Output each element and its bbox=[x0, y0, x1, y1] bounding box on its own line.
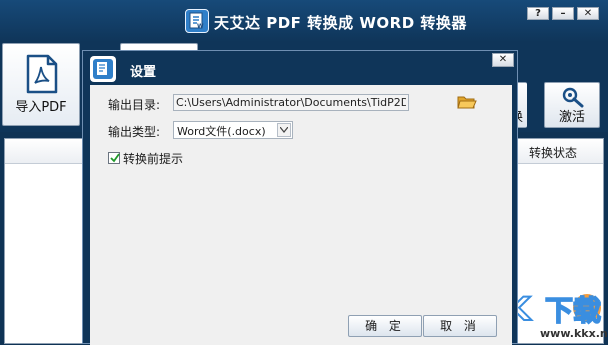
close-button[interactable]: ✕ bbox=[577, 7, 599, 20]
minimize-button[interactable]: – bbox=[552, 7, 574, 20]
activate-button[interactable]: 激活 bbox=[544, 82, 600, 128]
pdf-file-icon bbox=[26, 54, 58, 94]
import-pdf-button[interactable]: 导入PDF bbox=[2, 43, 80, 126]
app-title: 天艾达 PDF 转换成 WORD 转换器 bbox=[214, 14, 467, 32]
folder-open-icon[interactable] bbox=[457, 94, 477, 110]
ok-button[interactable]: 确 定 bbox=[348, 315, 422, 337]
key-icon bbox=[562, 87, 584, 108]
output-type-select[interactable]: Word文件(.docx) bbox=[173, 121, 293, 139]
output-dir-label: 输出目录: bbox=[108, 98, 161, 112]
dialog-body: 输出目录: 输出类型: Word文件(.docx) 转换前提示 确 定 取 消 bbox=[90, 85, 512, 345]
checkmark-icon bbox=[110, 153, 120, 163]
settings-dialog: 设置 ✕ 输出目录: 输出类型: Word文件(.docx) 转换前提示 确 定… bbox=[82, 50, 518, 345]
svg-text:W: W bbox=[197, 23, 204, 30]
prompt-before-convert-label[interactable]: 转换前提示 bbox=[123, 150, 183, 167]
svg-text:下载: 下载 bbox=[545, 294, 601, 327]
dialog-title: 设置 bbox=[130, 65, 157, 80]
chevron-down-icon[interactable] bbox=[277, 123, 291, 137]
cancel-button[interactable]: 取 消 bbox=[423, 315, 497, 337]
watermark-url: www.kkx.net bbox=[540, 327, 608, 340]
output-type-label: 输出类型: bbox=[108, 125, 161, 139]
dialog-logo-icon bbox=[90, 56, 116, 82]
app-logo-icon: W bbox=[185, 9, 209, 33]
help-button[interactable]: ? bbox=[527, 7, 549, 20]
prompt-before-convert-checkbox[interactable] bbox=[108, 152, 120, 164]
app-titlebar: W 天艾达 PDF 转换成 WORD 转换器 ? – ✕ bbox=[0, 0, 608, 42]
activate-label: 激活 bbox=[558, 110, 585, 125]
output-type-value: Word文件(.docx) bbox=[177, 125, 266, 138]
dialog-close-button[interactable]: ✕ bbox=[492, 53, 514, 67]
import-pdf-label: 导入PDF bbox=[15, 100, 67, 115]
output-dir-input[interactable] bbox=[173, 94, 409, 111]
column-header-status[interactable]: 转换状态 bbox=[529, 144, 577, 161]
